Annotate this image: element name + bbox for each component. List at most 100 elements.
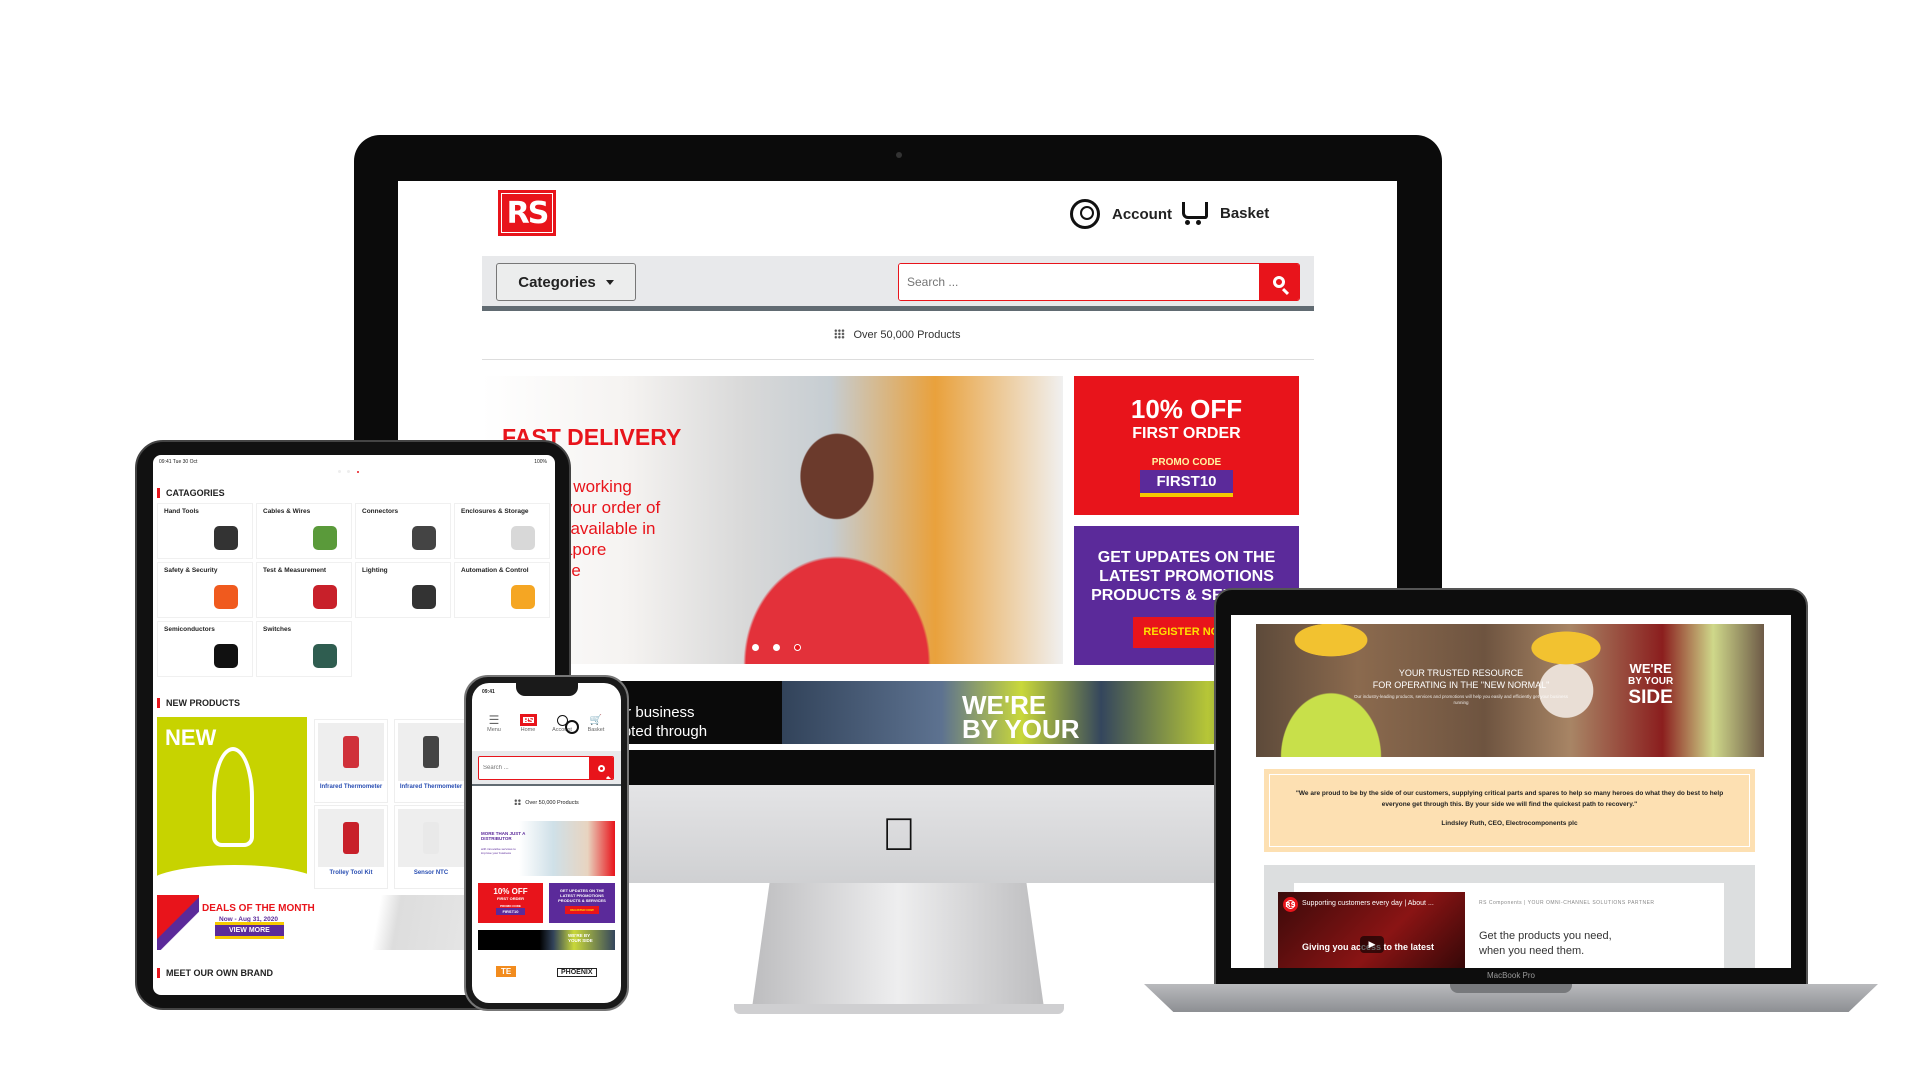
promo-code: FIRST10	[1140, 470, 1233, 493]
category-tile[interactable]: Hand Tools	[157, 503, 253, 559]
page-indicator	[356, 470, 360, 474]
rocket-icon	[212, 747, 254, 847]
phoenix-logo[interactable]: PHOENIX	[557, 968, 597, 977]
band-slogan: WE'RE BY YOUR	[962, 692, 1080, 742]
deals-dates: Now - Aug 31, 2020	[219, 916, 278, 923]
category-image	[412, 585, 436, 609]
laptop-model-label: MacBook Pro	[1486, 971, 1536, 980]
promo-banner[interactable]: 10% OFF FIRST ORDER PROMO CODE FIRST10	[1074, 376, 1299, 515]
category-tile[interactable]: Test & Measurement	[256, 562, 352, 618]
grid-icon	[514, 799, 522, 805]
search-button[interactable]	[1259, 264, 1299, 300]
search-bar	[478, 756, 614, 780]
nav-bar: Categories	[482, 256, 1314, 311]
account-button[interactable]: Account	[546, 713, 579, 734]
laptop-website: YOUR TRUSTED RESOURCE FOR OPERATING IN T…	[1231, 615, 1791, 968]
promo-banner[interactable]: 10% OFF FIRST ORDER PROMO CODE FIRST10	[478, 883, 543, 923]
category-label: Switches	[263, 626, 292, 633]
phone-app: 09:41 ☰Menu RSHome Account 🛒Basket Over …	[472, 683, 621, 1003]
imac-stand	[752, 883, 1044, 1008]
product-name: Trolley Tool Kit	[329, 870, 373, 876]
carousel-dots	[752, 644, 801, 651]
strip-text: WE'RE BY YOUR SIDE	[568, 933, 593, 943]
home-button[interactable]: RS Home	[512, 713, 544, 733]
promo-sub: FIRST ORDER	[1132, 425, 1241, 442]
category-tile[interactable]: Lighting	[355, 562, 451, 618]
category-label: Safety & Security	[164, 567, 218, 574]
section-tagline: Get the products you need, when you need…	[1479, 930, 1612, 957]
category-tile[interactable]: Automation & Control	[454, 562, 550, 618]
updates-line: LATEST PROMOTIONS	[1099, 568, 1274, 585]
category-tile[interactable]: Switches	[256, 621, 352, 677]
category-tile[interactable]: Cables & Wires	[256, 503, 352, 559]
status-battery: 100%	[534, 459, 547, 465]
quote-attribution: Lindsley Ruth, CEO, Electrocomponents pl…	[1441, 820, 1578, 827]
promo-headline: 10% OFF	[493, 887, 528, 896]
view-more-button[interactable]: VIEW MORE	[215, 925, 284, 936]
search-input[interactable]	[899, 264, 1259, 300]
grid-icon	[834, 329, 846, 339]
cart-icon: 🛒	[589, 714, 603, 726]
category-image	[214, 644, 238, 668]
new-products-banner[interactable]: NEW	[157, 717, 307, 888]
product-card[interactable]: Infrared Thermometer	[314, 719, 388, 803]
category-label: Hand Tools	[164, 508, 199, 515]
cart-icon	[1178, 199, 1208, 227]
categories-dropdown[interactable]: Categories	[496, 263, 636, 301]
menu-icon: ☰	[488, 713, 500, 727]
quote-text: "We are proud to be by the side of our c…	[1295, 790, 1724, 808]
banner-line: FOR OPERATING IN THE "NEW NORMAL"	[1372, 680, 1550, 690]
carousel-dot-active[interactable]	[794, 644, 801, 651]
product-image	[398, 723, 464, 781]
status-time: 09:41 Tue 30 Oct	[159, 459, 198, 465]
product-card[interactable]: Trolley Tool Kit	[314, 805, 388, 889]
hero-image	[712, 396, 962, 664]
category-label: Enclosures & Storage	[461, 508, 529, 515]
category-image	[214, 526, 238, 550]
camera-icon	[896, 152, 902, 158]
rs-logo[interactable]: RS	[498, 190, 556, 236]
updates-text: GET UPDATES ON THE LATEST PROMOTIONS PRO…	[558, 888, 606, 903]
product-card[interactable]: Sensor NTC	[394, 805, 468, 889]
imac-foot	[734, 1004, 1064, 1014]
category-tile[interactable]: Semiconductors	[157, 621, 253, 677]
account-icon	[1070, 199, 1100, 229]
slogan-line: WE'RE	[1629, 661, 1672, 676]
category-label: Lighting	[362, 567, 388, 574]
basket-link[interactable]: Basket	[1178, 199, 1269, 227]
updates-banner[interactable]: GET UPDATES ON THE LATEST PROMOTIONS PRO…	[549, 883, 615, 923]
category-tile[interactable]: Connectors	[355, 503, 451, 559]
carousel-dot[interactable]	[773, 644, 780, 651]
deals-title: DEALS OF THE MONTH	[202, 903, 315, 914]
category-tile[interactable]: Enclosures & Storage	[454, 503, 550, 559]
promo-sub: FIRST ORDER	[496, 896, 525, 901]
account-label: Account	[1112, 205, 1172, 223]
product-card[interactable]: Infrared Thermometer	[394, 719, 468, 803]
search-input[interactable]	[479, 757, 589, 779]
new-normal-banner[interactable]: YOUR TRUSTED RESOURCE FOR OPERATING IN T…	[1256, 624, 1764, 757]
divider	[482, 359, 1314, 360]
ceo-quote: "We are proud to be by the side of our c…	[1264, 769, 1755, 852]
play-icon[interactable]: ▶	[1360, 936, 1384, 953]
category-tile[interactable]: Safety & Security	[157, 562, 253, 618]
updates-line: GET UPDATES ON THE	[1097, 549, 1276, 566]
te-logo[interactable]: TE	[496, 966, 517, 977]
nav-label: Menu	[487, 727, 501, 733]
carousel-dot[interactable]	[752, 644, 759, 651]
account-link[interactable]: Account	[1070, 199, 1172, 229]
category-image	[313, 644, 337, 668]
product-name: Sensor NTC	[413, 870, 449, 876]
category-image	[214, 585, 238, 609]
basket-button[interactable]: 🛒 Basket	[580, 713, 612, 734]
search-button[interactable]	[589, 757, 613, 779]
phone-notch	[516, 683, 578, 696]
distributor-banner[interactable]: MORE THAN JUST A DISTRIBUTOR with innova…	[478, 821, 615, 876]
register-button[interactable]: REGISTER NOW	[565, 906, 599, 914]
video-section: RS Supporting customers every day | Abou…	[1264, 865, 1755, 968]
by-your-side-strip[interactable]: WE'RE BY YOUR SIDE	[478, 930, 615, 950]
video-player[interactable]: RS Supporting customers every day | Abou…	[1278, 892, 1465, 968]
promo-headline: 10% OFF	[1130, 394, 1243, 424]
chevron-down-icon	[605, 279, 614, 285]
promo-code-label: PROMO CODE	[1151, 457, 1222, 468]
menu-button[interactable]: ☰ Menu	[478, 713, 510, 733]
